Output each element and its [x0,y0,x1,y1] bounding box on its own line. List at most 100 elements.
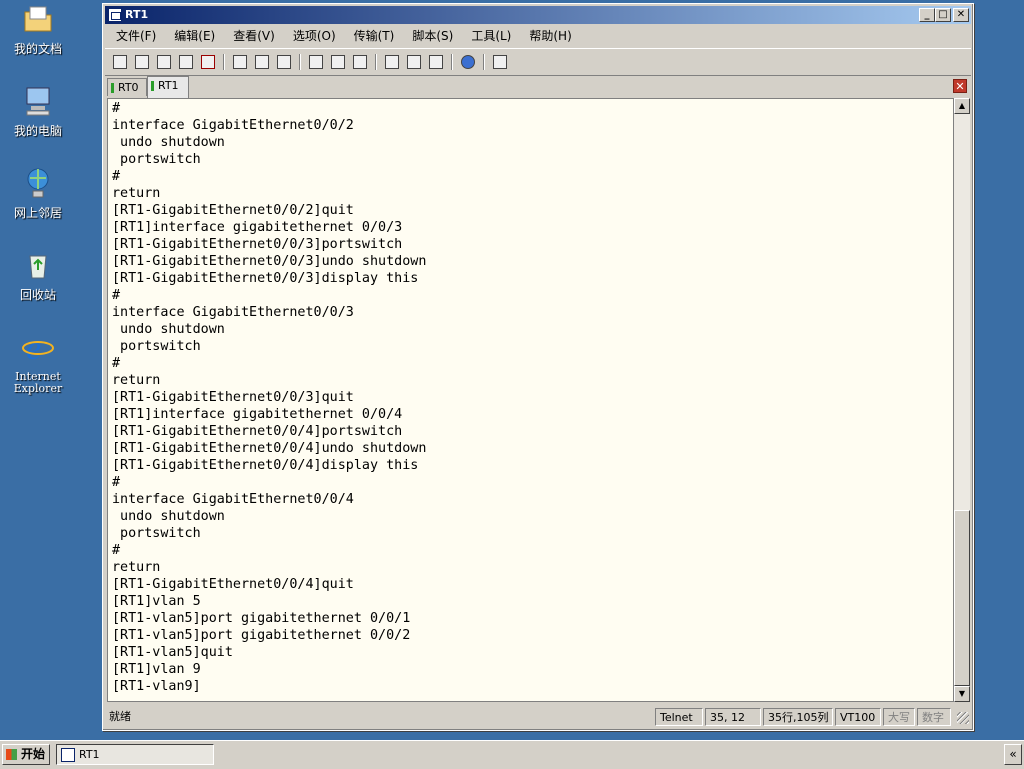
keymap-icon[interactable] [491,53,509,71]
paste-icon[interactable] [253,53,271,71]
tray-expand-label: « [1009,747,1017,761]
terminal-line: # [112,475,121,490]
terminal-line: [RT1-vlan5]quit [112,645,233,660]
tab-rt1[interactable]: RT1 [147,76,189,98]
menu-view[interactable]: 查看(V) [226,26,282,46]
desktop-icon-label: 我的电脑 [13,124,62,138]
my-computer-icon [26,87,50,116]
terminal-line: undo shutdown [112,322,225,337]
terminal-text: # interface GigabitEthernet0/0/2 undo shu… [108,99,953,695]
desktop-icon-label: 网上邻居 [13,206,62,220]
menu-options[interactable]: 选项(O) [286,26,343,46]
taskbar-item-rt1[interactable]: RT1 [56,744,214,765]
terminal-line: [RT1]vlan 9 [112,662,201,677]
menu-file[interactable]: 文件(F) [109,26,163,46]
session-options-icon[interactable] [383,53,401,71]
key-icon[interactable] [427,53,445,71]
toolbar-separator [299,54,301,70]
terminal-line: [RT1-GigabitEthernet0/0/2]quit [112,203,354,218]
terminal-line: [RT1-vlan5]port gigabitethernet 0/0/2 [112,628,411,643]
toolbar-separator [451,54,453,70]
terminal-line: portswitch [112,339,201,354]
resize-grip-icon[interactable] [957,712,969,724]
terminal-output[interactable]: # interface GigabitEthernet0/0/2 undo shu… [107,98,954,702]
terminal-line: [RT1-GigabitEthernet0/0/3]display this [112,271,419,286]
menu-tools[interactable]: 工具(L) [464,26,518,46]
minimize-button[interactable]: _ [919,8,935,22]
recycle-bin-icon [29,255,47,279]
start-label: 开始 [21,747,46,761]
toolbar-separator [375,54,377,70]
desktop-icon-my-documents[interactable]: 我的文档 [4,2,72,55]
app-icon [108,8,122,22]
connect-tab-icon[interactable] [155,53,173,71]
menu-transfer[interactable]: 传输(T) [347,26,402,46]
scrollbar-thumb[interactable] [954,510,970,686]
desktop-icon-label: Internet Explorer [13,370,63,395]
terminal-line: portswitch [112,152,201,167]
terminal-line: return [112,373,161,388]
menu-bar: 文件(F) 编辑(E) 查看(V) 选项(O) 传输(T) 脚本(S) 工具(L) 帮助(H) [105,26,971,46]
desktop-icon-internet-explorer[interactable]: e Internet Explorer [4,330,72,395]
terminal-line: [RT1-vlan9] [112,679,201,694]
status-cursor: 35, 12 [705,708,761,726]
session-tabs: RT0 RT1 ✕ [107,76,971,98]
vertical-scrollbar[interactable]: ▲ ▼ [954,98,970,702]
terminal-line: # [112,101,121,116]
help-icon[interactable] [459,53,477,71]
menu-edit[interactable]: 编辑(E) [167,26,222,46]
terminal-line: interface GigabitEthernet0/0/3 [112,305,354,320]
tab-rt0[interactable]: RT0 [107,78,147,96]
title-bar[interactable]: RT1 _ □ ✕ [105,6,971,24]
maximize-button[interactable]: □ [935,8,951,22]
reconnect-icon[interactable] [177,53,195,71]
scroll-down-icon[interactable]: ▼ [954,686,970,702]
svg-text:e: e [26,330,41,364]
terminal-line: return [112,186,161,201]
terminal-line: [RT1-GigabitEthernet0/0/4]portswitch [112,424,403,439]
connect-icon[interactable] [111,53,129,71]
terminal-line: [RT1-GigabitEthernet0/0/4]quit [112,577,354,592]
terminal-line: # [112,356,121,371]
status-protocol: Telnet [655,708,703,726]
menu-help[interactable]: 帮助(H) [522,26,578,46]
status-bar: 就绪 Telnet 35, 12 35行,105列 VT100 大写 数字 [105,706,971,728]
tab-label: RT1 [158,79,179,92]
terminal-line: undo shutdown [112,135,225,150]
toolbar-separator [223,54,225,70]
terminal-line: undo shutdown [112,509,225,524]
terminal-line: [RT1-GigabitEthernet0/0/3]quit [112,390,354,405]
window-title: RT1 [125,8,149,21]
close-tab-icon[interactable]: ✕ [953,79,967,93]
find-icon[interactable] [275,53,293,71]
start-button[interactable]: 开始 [2,744,50,765]
print-icon[interactable] [307,53,325,71]
taskbar: 开始 RT1 « [0,740,1024,769]
desktop-icon-recycle-bin[interactable]: 回收站 [4,248,72,301]
quick-connect-icon[interactable] [133,53,151,71]
securecrt-window: RT1 _ □ ✕ 文件(F) 编辑(E) 查看(V) 选项(O) 传输(T) 脚本(S)… [102,3,974,731]
print-selection-icon[interactable] [329,53,347,71]
toolbar-separator [483,54,485,70]
close-button[interactable]: ✕ [953,8,969,22]
desktop-icon-my-computer[interactable]: 我的电脑 [4,84,72,137]
terminal-line: return [112,560,161,575]
terminal-line: interface GigabitEthernet0/0/4 [112,492,354,507]
desktop-icon-label: 我的文档 [13,42,62,56]
disconnect-icon[interactable] [199,53,217,71]
desktop-icon-network-places[interactable]: 网上邻居 [4,166,72,219]
print-screen-icon[interactable] [351,53,369,71]
scroll-up-icon[interactable]: ▲ [954,98,970,114]
terminal-line: [RT1]vlan 5 [112,594,201,609]
toolbar [105,48,971,76]
terminal-line: [RT1-GigabitEthernet0/0/4]display this [112,458,419,473]
taskbar-item-label: RT1 [79,748,100,761]
toolbar-overflow-icon[interactable] [511,53,521,71]
terminal-line: [RT1-GigabitEthernet0/0/3]undo shutdown [112,254,427,269]
copy-icon[interactable] [231,53,249,71]
global-options-icon[interactable] [405,53,423,71]
network-places-icon [27,168,49,198]
terminal-line: [RT1]interface gigabitethernet 0/0/4 [112,407,403,422]
tray-expand-icon[interactable]: « [1004,744,1022,765]
menu-script[interactable]: 脚本(S) [405,26,460,46]
